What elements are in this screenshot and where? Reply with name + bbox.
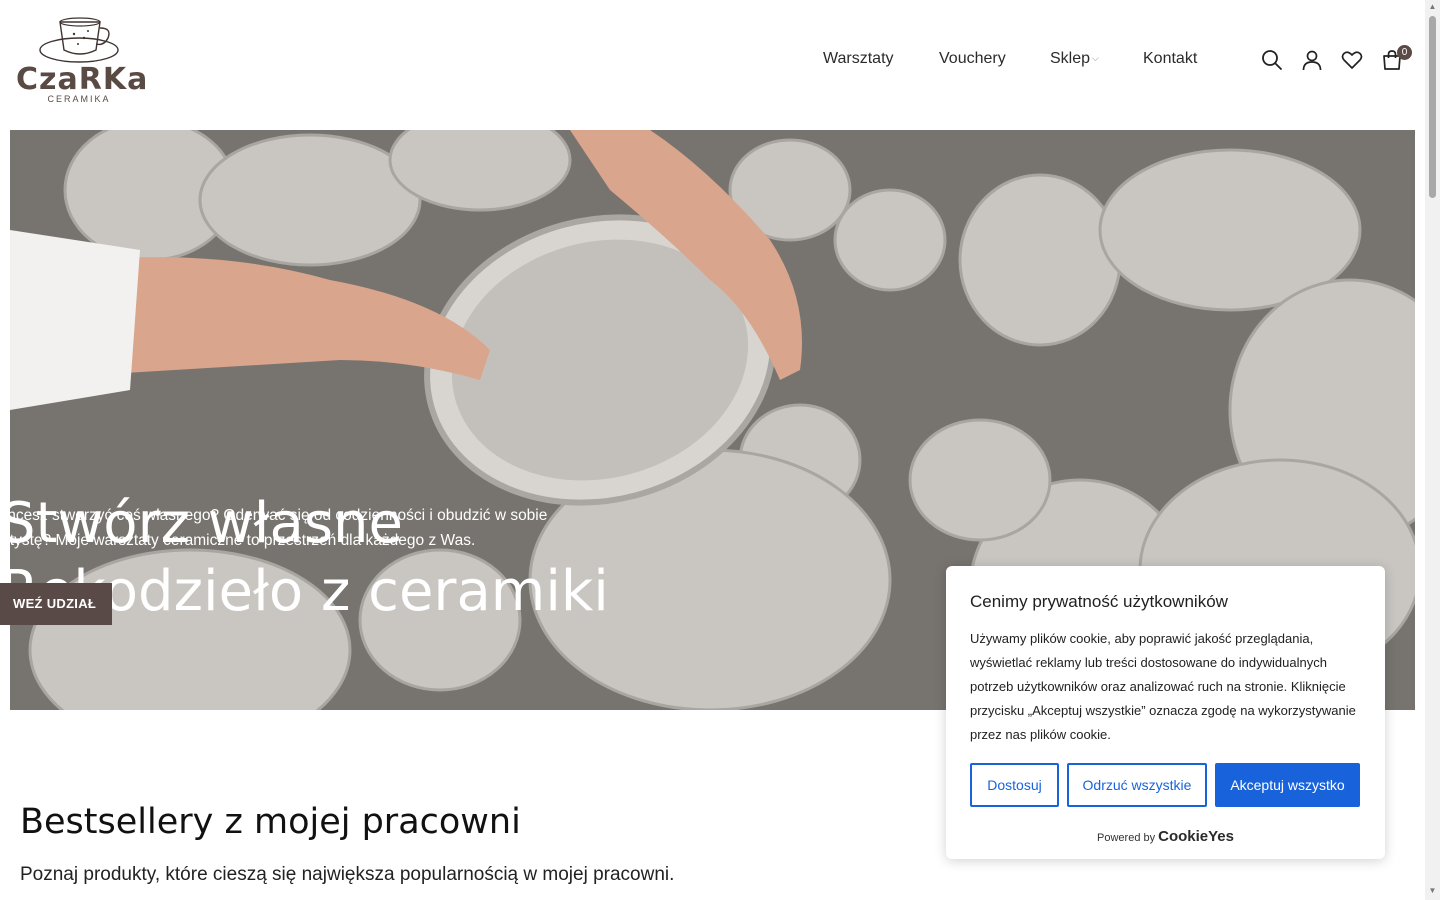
chevron-down-icon: ⌵ (1092, 53, 1099, 64)
nav-label: Warsztaty (823, 50, 894, 67)
nav-label: Sklep (1050, 50, 1091, 67)
nav-vouchery[interactable]: Vouchery (939, 50, 1006, 72)
cookie-powered-by: Powered by CookieYes (946, 828, 1385, 845)
nav-kontakt[interactable]: Kontakt (1143, 50, 1197, 72)
brand-tagline: CERAMIKA (47, 94, 111, 104)
hero-desc-line: artystę? Moje warsztaty ceramiczne to pr… (0, 532, 476, 549)
heart-icon[interactable] (1340, 48, 1364, 72)
powered-by-label: Powered by (1097, 832, 1156, 844)
site-header: CzaRKa CERAMIKA Warsztaty Vouchery Sklep… (0, 0, 1425, 130)
section-title: Bestsellery z mojej pracowni (20, 802, 521, 842)
brand-name: CzaRKa (16, 62, 149, 97)
cookie-reject-button[interactable]: Odrzuć wszystkie (1067, 763, 1207, 807)
section-subtitle: Poznaj produkty, które cieszą się najwię… (20, 864, 675, 885)
nav-label: Kontakt (1143, 50, 1198, 67)
cookie-text: Używamy plików cookie, aby poprawić jako… (970, 631, 1356, 742)
user-icon[interactable] (1300, 48, 1324, 72)
nav-label: Vouchery (939, 50, 1006, 67)
brand-logo[interactable]: CzaRKa CERAMIKA (16, 14, 149, 106)
cart-count-badge: 0 (1397, 45, 1412, 60)
hero-cta-button[interactable]: WEŹ UDZIAŁ (0, 583, 112, 625)
hero-description: Chcesz stworzyć coś własnego? Oderwać si… (0, 503, 556, 553)
cookie-customize-button[interactable]: Dostosuj (970, 763, 1059, 807)
nav-sklep[interactable]: Sklep ⌵ (1050, 50, 1099, 72)
cookieyes-logo: CookieYes (1158, 828, 1234, 845)
scroll-down-arrow-icon[interactable]: ▼ (1425, 884, 1440, 898)
search-icon[interactable] (1260, 48, 1284, 72)
cookie-title: Cenimy prywatność użytkowników (970, 592, 1228, 611)
hero-desc-line: Chcesz stworzyć coś własnego? Oderwać si… (0, 507, 548, 524)
scroll-up-arrow-icon[interactable]: ▲ (1425, 0, 1440, 14)
cookie-consent-banner: Cenimy prywatność użytkowników Używamy p… (946, 566, 1385, 859)
cookie-accept-button[interactable]: Akceptuj wszystko (1215, 763, 1360, 807)
scrollbar-thumb[interactable] (1429, 16, 1436, 198)
nav-warsztaty[interactable]: Warsztaty (823, 50, 894, 72)
